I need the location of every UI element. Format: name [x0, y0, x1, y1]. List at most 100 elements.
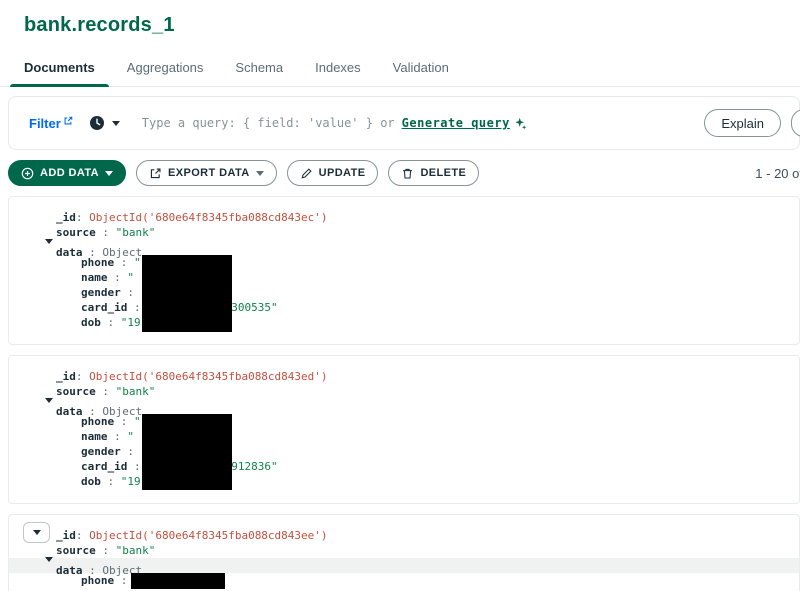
field-row-phone: phone : " [9, 414, 799, 429]
field-name: dob [81, 316, 101, 329]
field-row-gender: gender : [9, 444, 799, 459]
field-name: phone [81, 574, 115, 587]
expand-caret-icon[interactable] [45, 239, 53, 244]
field-row-source: source : "bank" [9, 384, 799, 399]
filter-placeholder-text: Type a query: { field: 'value' } or [141, 116, 395, 130]
field-name: _id [56, 211, 76, 224]
field-row-data: data : Object [9, 398, 799, 418]
explain-button[interactable]: Explain [704, 109, 781, 137]
pencil-icon [300, 167, 313, 180]
field-row-id: _id: ObjectId('680e64f8345fba088cd843ee'… [9, 528, 799, 543]
field-name: card_id [81, 301, 128, 314]
field-name: source [56, 544, 96, 557]
field-row-name: name : " [9, 429, 799, 444]
tab-aggregations[interactable]: Aggregations [111, 52, 220, 86]
update-button[interactable]: UPDATE [286, 160, 379, 186]
plus-circle-icon [21, 167, 34, 180]
field-separator: : [107, 430, 128, 443]
field-name: name [81, 430, 108, 443]
collection-title: bank.records_1 [24, 14, 175, 36]
field-separator: : [95, 226, 116, 239]
tab-documents[interactable]: Documents [8, 52, 111, 87]
generate-query-link[interactable]: Generate query [402, 116, 510, 130]
field-name: data [56, 246, 83, 259]
redaction-box [142, 255, 232, 332]
tab-validation[interactable]: Validation [377, 52, 465, 86]
query-history-button[interactable] [89, 115, 120, 131]
field-row-data: data : Object [9, 557, 799, 577]
pagination-counter: 1 - 20 of [755, 165, 800, 181]
field-row-card_id: card_id : 300535" [9, 300, 799, 315]
add-data-button[interactable]: ADD DATA [8, 160, 127, 186]
field-row-source: source : "bank" [9, 543, 799, 558]
filter-input[interactable]: Type a query: { field: 'value' } or Gener… [142, 116, 527, 130]
delete-label: DELETE [420, 167, 467, 179]
field-row-dob: dob : "19 [9, 315, 799, 330]
field-separator: : [75, 370, 90, 383]
chevron-down-icon [32, 530, 41, 535]
delete-button[interactable]: DELETE [388, 160, 480, 186]
field-row-source: source : "bank" [9, 225, 799, 240]
partial-button[interactable] [791, 109, 800, 137]
document-card: _id: ObjectId('680e64f8345fba088cd843ee'… [8, 514, 800, 591]
field-value-partial: 300535" [231, 301, 278, 314]
field-value-partial: " [134, 256, 141, 269]
field-value-objectid: ObjectId('680e64f8345fba088cd843ee') [89, 529, 328, 542]
field-separator: : [95, 544, 116, 557]
field-name: data [56, 405, 83, 418]
field-separator: : [114, 415, 134, 428]
field-value-string: "bank" [115, 544, 156, 557]
field-name: gender [81, 286, 121, 299]
field-separator: : [114, 256, 134, 269]
field-row-id: _id: ObjectId('680e64f8345fba088cd843ed'… [9, 369, 799, 384]
field-value-partial: "19 [120, 316, 141, 329]
field-value-partial: 912836" [231, 460, 278, 473]
tab-indexes[interactable]: Indexes [299, 52, 377, 86]
field-value-string: "bank" [115, 226, 156, 239]
export-data-button[interactable]: EXPORT DATA [136, 160, 277, 186]
documents-toolbar: ADD DATA EXPORT DATA UPDATE DELETE 1 - 2… [0, 150, 800, 196]
field-separator: : [100, 316, 121, 329]
tab-schema[interactable]: Schema [219, 52, 299, 86]
chevron-down-icon [255, 170, 264, 176]
sparkle-icon [514, 117, 527, 130]
field-name: _id [56, 529, 76, 542]
expand-caret-icon[interactable] [45, 398, 53, 403]
field-row-card_id: card_id : 912836" [9, 459, 799, 474]
clock-icon [89, 115, 105, 131]
field-name: gender [81, 445, 121, 458]
filter-link-label: Filter [29, 115, 61, 131]
field-name: source [56, 385, 96, 398]
external-link-icon [63, 116, 73, 126]
field-name: phone [81, 415, 115, 428]
field-value-string: "bank" [115, 385, 156, 398]
field-name: _id [56, 370, 76, 383]
chevron-down-icon [105, 170, 114, 176]
field-name: dob [81, 475, 101, 488]
field-separator: : [107, 271, 128, 284]
field-separator: : [100, 475, 121, 488]
document-list: _id: ObjectId('680e64f8345fba088cd843ec'… [0, 196, 800, 591]
redaction-box [142, 414, 232, 490]
collection-tabs: Documents Aggregations Schema Indexes Va… [0, 52, 800, 87]
query-bar: Filter Type a query: { field: 'value' } … [8, 96, 800, 150]
field-row-data: data : Object [9, 239, 799, 259]
field-name: phone [81, 256, 115, 269]
field-name: name [81, 271, 108, 284]
field-name: data [56, 564, 83, 577]
field-row-name: name : " [9, 270, 799, 285]
redaction-box [131, 573, 225, 589]
field-value-objectid: ObjectId('680e64f8345fba088cd843ed') [89, 370, 328, 383]
field-row-phone: phone : " [9, 255, 799, 270]
field-separator: : [75, 529, 90, 542]
expand-document-button[interactable] [23, 522, 50, 543]
field-separator: : [75, 211, 90, 224]
expand-caret-icon[interactable] [45, 557, 53, 562]
field-name: source [56, 226, 96, 239]
field-row-gender: gender : [9, 285, 799, 300]
export-data-label: EXPORT DATA [168, 167, 250, 179]
query-bar-section: Filter Type a query: { field: 'value' } … [0, 87, 800, 150]
chevron-down-icon [111, 120, 120, 126]
field-value-partial: " [134, 415, 141, 428]
filter-link[interactable]: Filter [29, 116, 73, 131]
